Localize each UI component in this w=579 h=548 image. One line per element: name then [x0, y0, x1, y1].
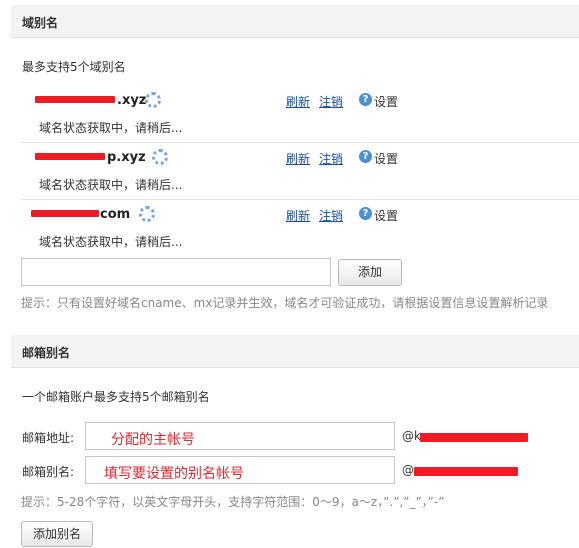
domain-status: 域名状态获取中，请稍后...	[39, 121, 183, 135]
domain-alias-limit: 最多支持5个域别名	[22, 60, 126, 74]
cancel-link[interactable]: 注销	[319, 93, 343, 110]
domain-status: 域名状态获取中，请稍后...	[39, 178, 183, 192]
domain-alias-hint: 提示：只有设置好域名cname、mx记录并生效，域名才可验证成功，请根据设置信息…	[21, 296, 549, 310]
settings-link[interactable]: 设置	[374, 150, 398, 167]
domain-alias-title: 域别名	[22, 16, 59, 30]
mailbox-alias-suffix: @	[402, 463, 414, 477]
cancel-link[interactable]: 注销	[319, 150, 343, 167]
mailbox-address-field[interactable]: 分配的主帐号	[85, 422, 395, 450]
redaction-mark	[35, 96, 115, 103]
mailbox-alias-title: 邮箱别名	[22, 346, 71, 360]
domain-name: com	[100, 207, 131, 222]
domain-alias-input[interactable]	[21, 258, 331, 286]
add-domain-button[interactable]: 添加	[338, 259, 402, 286]
domain-name: p.xyz	[107, 150, 146, 165]
settings-link[interactable]: 设置	[374, 93, 398, 110]
settings-link[interactable]: 设置	[374, 207, 398, 224]
redaction-mark	[414, 467, 518, 476]
domain-row: .xyz 刷新 注销 ? 设置 域名状态获取中，请稍后...	[21, 85, 579, 143]
mailbox-address-label: 邮箱地址:	[22, 431, 75, 445]
help-icon: ?	[359, 207, 372, 220]
mailbox-alias-label: 邮箱别名:	[22, 465, 75, 479]
loading-spinner-icon	[152, 149, 168, 165]
domain-row: p.xyz 刷新 注销 ? 设置 域名状态获取中，请稍后...	[21, 142, 579, 200]
mailbox-alias-hint: 提示：5-28个字符，以英文字母开头，支持字符范围：0～9，a～z，”.”,”_…	[21, 495, 445, 509]
mailbox-alias-limit: 一个邮箱账户最多支持5个邮箱别名	[22, 390, 210, 404]
loading-spinner-icon	[139, 206, 155, 222]
cancel-link[interactable]: 注销	[319, 207, 343, 224]
help-icon: ?	[359, 93, 372, 106]
add-alias-button[interactable]: 添加别名	[21, 521, 93, 547]
domain-status: 域名状态获取中，请稍后...	[39, 235, 183, 249]
redaction-mark	[35, 153, 105, 160]
refresh-link[interactable]: 刷新	[286, 150, 310, 167]
loading-spinner-icon	[145, 92, 161, 108]
mailbox-alias-field[interactable]: 填写要设置的别名帐号	[85, 456, 395, 484]
alias-annotation: 填写要设置的别名帐号	[104, 466, 244, 482]
help-icon: ?	[359, 150, 372, 163]
refresh-link[interactable]: 刷新	[286, 93, 310, 110]
mailbox-alias-header: 邮箱别名	[11, 335, 579, 368]
refresh-link[interactable]: 刷新	[286, 207, 310, 224]
redaction-mark	[31, 210, 99, 217]
domain-row: com 刷新 注销 ? 设置 域名状态获取中，请稍后...	[21, 199, 579, 256]
mailbox-address-suffix: @k	[402, 429, 421, 443]
redaction-mark	[420, 433, 528, 442]
domain-name: .xyz	[117, 93, 147, 108]
domain-alias-header: 域别名	[11, 5, 579, 38]
address-annotation: 分配的主帐号	[111, 432, 195, 448]
